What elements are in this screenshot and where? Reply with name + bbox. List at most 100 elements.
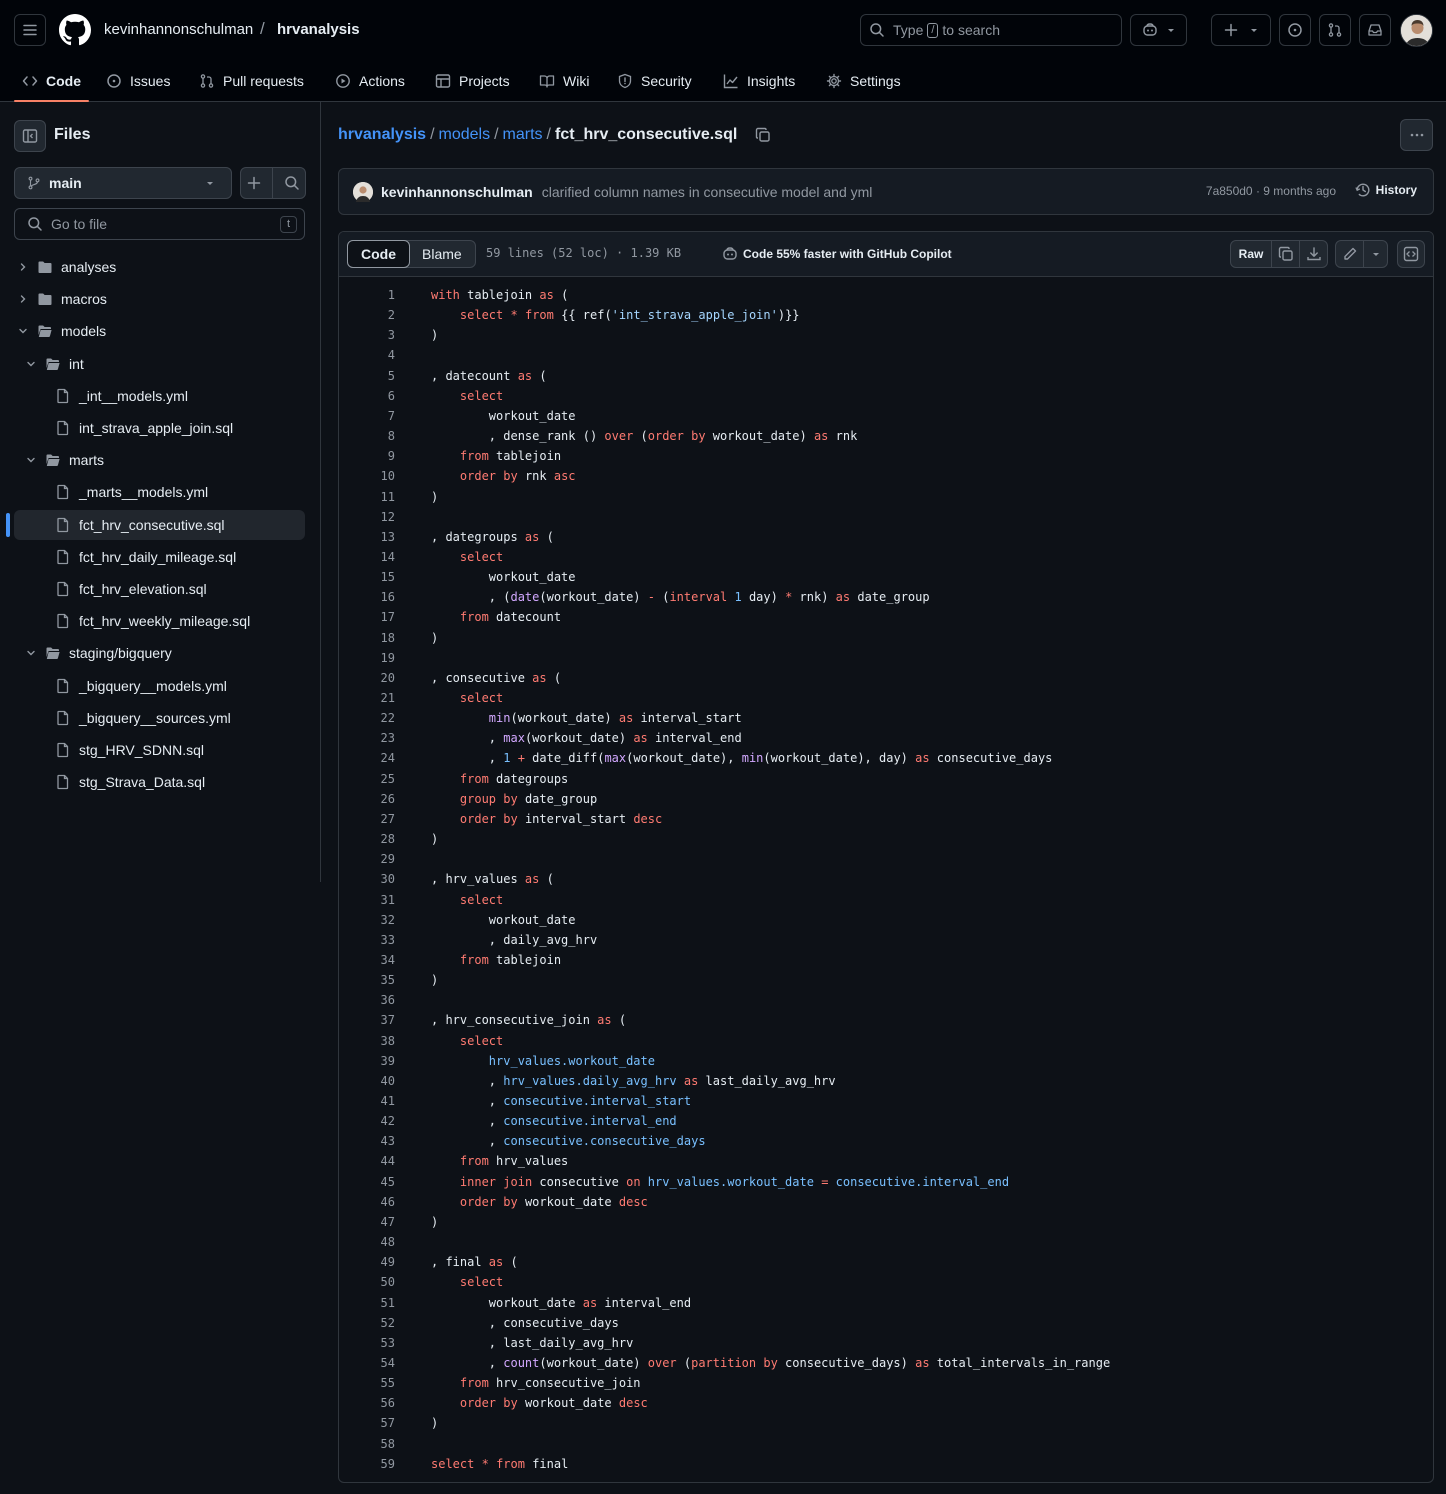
line-number[interactable]: 40: [339, 1074, 395, 1088]
menu-button[interactable]: [14, 14, 46, 46]
plus-icon[interactable]: [246, 175, 262, 191]
tree-file[interactable]: stg_Strava_Data.sql: [55, 767, 205, 797]
line-number[interactable]: 1: [339, 288, 395, 302]
line-number[interactable]: 52: [339, 1316, 395, 1330]
line-number[interactable]: 16: [339, 590, 395, 604]
edit-options-button[interactable]: [1363, 240, 1388, 268]
line-number[interactable]: 30: [339, 872, 395, 886]
breadcrumb-marts-link[interactable]: marts: [503, 126, 543, 144]
line-number[interactable]: 17: [339, 610, 395, 624]
line-number[interactable]: 27: [339, 812, 395, 826]
line-number[interactable]: 51: [339, 1296, 395, 1310]
tree-file[interactable]: _int__models.yml: [55, 381, 188, 411]
line-number[interactable]: 59: [339, 1457, 395, 1471]
tree-file[interactable]: int_strava_apple_join.sql: [55, 413, 233, 443]
line-number[interactable]: 6: [339, 389, 395, 403]
line-number[interactable]: 15: [339, 570, 395, 584]
tree-file[interactable]: stg_HRV_SDNN.sql: [55, 735, 204, 765]
breadcrumb-repo-link[interactable]: hrvanalysis: [338, 126, 426, 144]
history-button[interactable]: History: [1355, 182, 1417, 198]
line-number[interactable]: 35: [339, 973, 395, 987]
issues-button[interactable]: [1279, 14, 1311, 46]
line-number[interactable]: 14: [339, 550, 395, 564]
tree-file[interactable]: _marts__models.yml: [55, 477, 208, 507]
line-number[interactable]: 49: [339, 1255, 395, 1269]
tree-file[interactable]: _bigquery__sources.yml: [55, 703, 231, 733]
line-number[interactable]: 57: [339, 1416, 395, 1430]
line-number[interactable]: 10: [339, 469, 395, 483]
line-number[interactable]: 9: [339, 449, 395, 463]
line-number[interactable]: 43: [339, 1134, 395, 1148]
line-number[interactable]: 58: [339, 1437, 395, 1451]
line-number[interactable]: 36: [339, 993, 395, 1007]
search-icon[interactable]: [284, 175, 300, 191]
go-to-file-input[interactable]: Go to file t: [14, 208, 305, 240]
chevron-down-icon[interactable]: [25, 454, 37, 466]
chevron-down-icon[interactable]: [17, 325, 29, 337]
line-number[interactable]: 45: [339, 1175, 395, 1189]
download-button[interactable]: [1299, 240, 1328, 268]
tab-wiki[interactable]: Wiki: [539, 60, 589, 102]
more-options-button[interactable]: [1400, 119, 1433, 151]
copy-raw-button[interactable]: [1271, 240, 1300, 268]
line-number[interactable]: 54: [339, 1356, 395, 1370]
line-number[interactable]: 39: [339, 1054, 395, 1068]
tab-actions[interactable]: Actions: [335, 60, 405, 102]
line-number[interactable]: 19: [339, 651, 395, 665]
copilot-promo-link[interactable]: Code 55% faster with GitHub Copilot: [722, 246, 952, 262]
line-number[interactable]: 46: [339, 1195, 395, 1209]
tab-projects[interactable]: Projects: [435, 60, 510, 102]
owner-link[interactable]: kevinhannonschulman: [104, 21, 253, 38]
tree-file[interactable]: fct_hrv_consecutive.sql: [14, 509, 305, 540]
line-number[interactable]: 44: [339, 1154, 395, 1168]
tab-code[interactable]: Code: [14, 60, 89, 102]
line-number[interactable]: 25: [339, 772, 395, 786]
line-number[interactable]: 29: [339, 852, 395, 866]
tab-insights[interactable]: Insights: [723, 60, 795, 102]
line-number[interactable]: 24: [339, 751, 395, 765]
commit-author-avatar[interactable]: [353, 181, 373, 202]
line-number[interactable]: 47: [339, 1215, 395, 1229]
tree-folder[interactable]: analyses: [17, 252, 116, 282]
line-number[interactable]: 23: [339, 731, 395, 745]
line-number[interactable]: 38: [339, 1034, 395, 1048]
line-number[interactable]: 42: [339, 1114, 395, 1128]
commit-meta[interactable]: 7a850d0 · 9 months ago: [1206, 184, 1336, 198]
tab-pull-requests[interactable]: Pull requests: [199, 60, 304, 102]
tree-file[interactable]: fct_hrv_daily_mileage.sql: [55, 542, 236, 572]
line-number[interactable]: 11: [339, 490, 395, 504]
github-logo-icon[interactable]: [59, 14, 91, 46]
line-number[interactable]: 22: [339, 711, 395, 725]
commit-author[interactable]: kevinhannonschulman: [381, 184, 533, 200]
create-new-button[interactable]: [1211, 14, 1271, 46]
chevron-right-icon[interactable]: [17, 261, 29, 273]
pull-requests-button[interactable]: [1319, 14, 1351, 46]
tree-folder[interactable]: models: [17, 316, 106, 346]
blame-view-tab[interactable]: Blame: [409, 241, 475, 267]
breadcrumb-models-link[interactable]: models: [439, 126, 491, 144]
tab-security[interactable]: Security: [617, 60, 692, 102]
collapse-sidebar-button[interactable]: [14, 120, 46, 152]
line-number[interactable]: 53: [339, 1336, 395, 1350]
commit-message[interactable]: clarified column names in consecutive mo…: [542, 184, 873, 200]
line-number[interactable]: 50: [339, 1275, 395, 1289]
line-number[interactable]: 4: [339, 348, 395, 362]
line-number[interactable]: 41: [339, 1094, 395, 1108]
line-number[interactable]: 2: [339, 308, 395, 322]
line-number[interactable]: 55: [339, 1376, 395, 1390]
inbox-button[interactable]: [1359, 14, 1391, 46]
line-number[interactable]: 26: [339, 792, 395, 806]
line-number[interactable]: 12: [339, 510, 395, 524]
chevron-right-icon[interactable]: [17, 293, 29, 305]
line-number[interactable]: 48: [339, 1235, 395, 1249]
tree-folder[interactable]: macros: [17, 284, 107, 314]
chevron-down-icon[interactable]: [25, 358, 37, 370]
symbols-panel-button[interactable]: [1397, 240, 1425, 268]
raw-button[interactable]: Raw: [1230, 240, 1272, 268]
tree-file[interactable]: _bigquery__models.yml: [55, 671, 227, 701]
line-number[interactable]: 37: [339, 1013, 395, 1027]
line-number[interactable]: 13: [339, 530, 395, 544]
tree-file[interactable]: fct_hrv_elevation.sql: [55, 574, 207, 604]
line-number[interactable]: 33: [339, 933, 395, 947]
repo-link[interactable]: hrvanalysis: [277, 21, 360, 38]
